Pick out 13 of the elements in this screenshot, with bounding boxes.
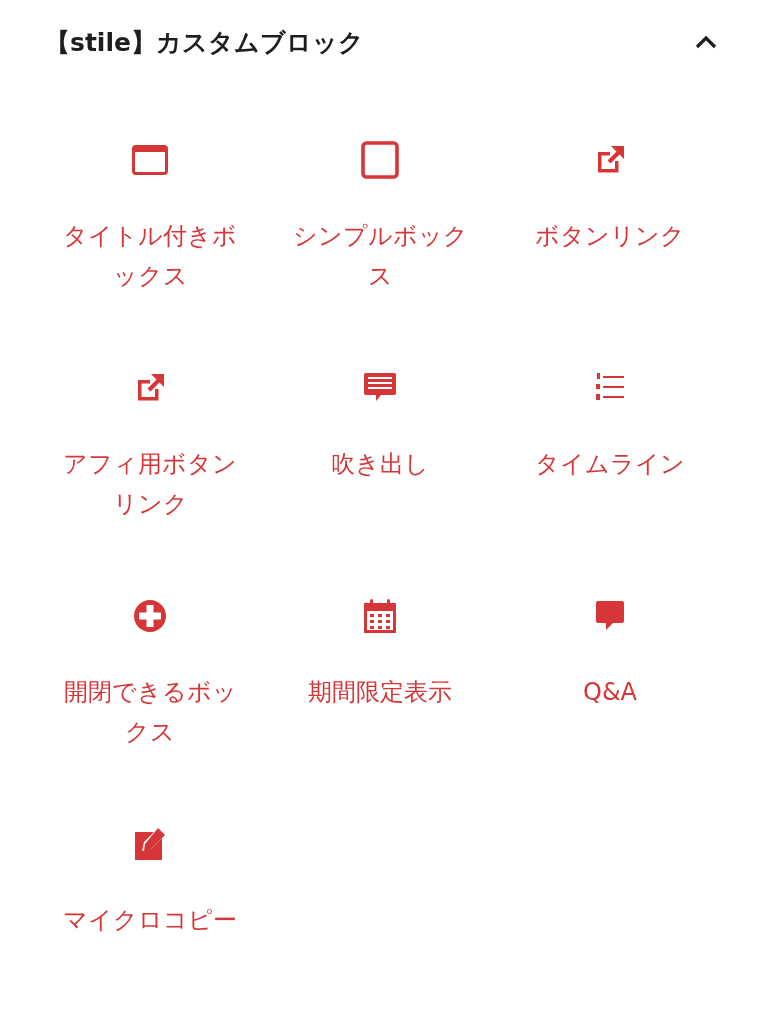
square-icon	[360, 140, 400, 180]
block-item[interactable]: 開閉できるボックス	[35, 596, 265, 824]
block-item[interactable]: Q&A	[495, 596, 725, 824]
panel-title: 【stile】カスタムブロック	[45, 26, 364, 59]
chevron-icon[interactable]	[694, 34, 718, 50]
block-item[interactable]: シンプルボックス	[265, 140, 495, 368]
block-item[interactable]: 期間限定表示	[265, 596, 495, 824]
block-item[interactable]: マイクロコピー	[35, 824, 265, 1018]
block-item[interactable]: アフィ用ボタンリンク	[35, 368, 265, 596]
block-item[interactable]: 吹き出し	[265, 368, 495, 596]
block-item[interactable]: タイムライン	[495, 368, 725, 596]
block-item[interactable]: ボタンリンク	[495, 140, 725, 368]
block-item[interactable]: タイトル付きボックス	[35, 140, 265, 368]
